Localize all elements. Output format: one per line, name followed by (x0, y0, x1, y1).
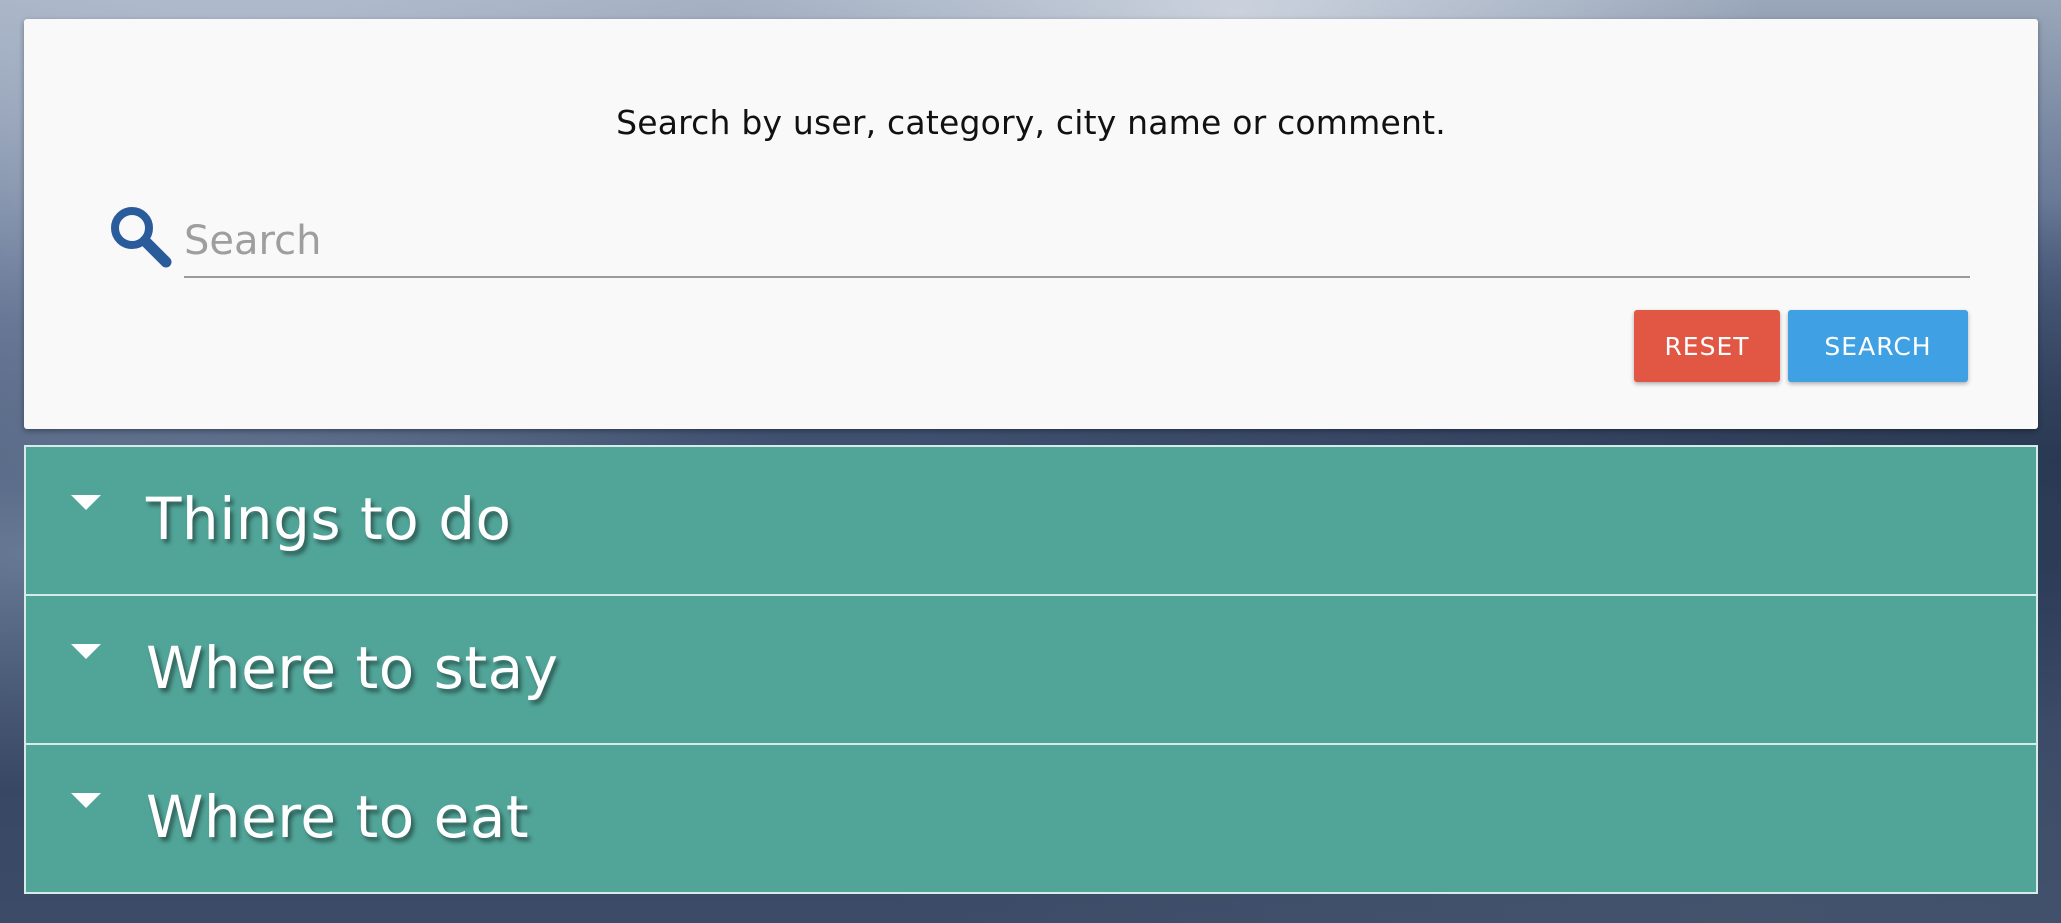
accordion-item-label: Things to do (146, 485, 512, 553)
category-accordion: Things to do Where to stay Where to eat (24, 445, 2038, 894)
accordion-item-label: Where to stay (146, 634, 559, 702)
accordion-item-where-to-eat[interactable]: Where to eat (24, 743, 2038, 894)
search-icon (108, 204, 172, 268)
accordion-item-things-to-do[interactable]: Things to do (24, 445, 2038, 596)
search-hint: Search by user, category, city name or c… (616, 103, 1446, 142)
accordion-item-where-to-stay[interactable]: Where to stay (24, 594, 2038, 745)
accordion-item-label: Where to eat (146, 783, 530, 851)
caret-down-icon (71, 644, 101, 659)
reset-button[interactable]: RESET (1634, 310, 1780, 382)
caret-down-icon (71, 793, 101, 808)
search-card: Search by user, category, city name or c… (24, 19, 2038, 429)
search-input[interactable] (184, 206, 1970, 278)
caret-down-icon (71, 495, 101, 510)
search-button[interactable]: SEARCH (1788, 310, 1968, 382)
search-row (108, 182, 1994, 282)
